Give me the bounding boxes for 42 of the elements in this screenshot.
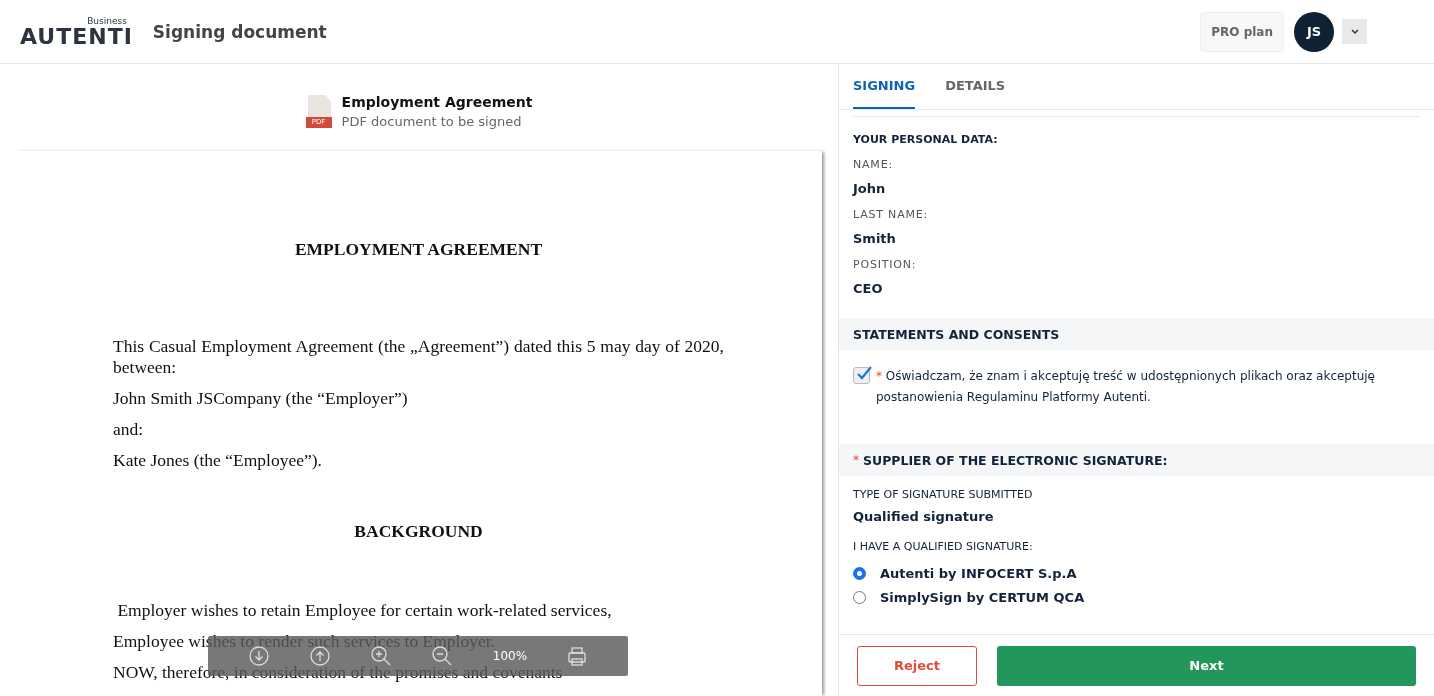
field-label: NAME:	[853, 158, 894, 171]
option-label: SimplySign by CERTUM QCA	[880, 589, 1085, 605]
field-value: Smith	[853, 231, 897, 246]
field-label: TYPE OF SIGNATURE SUBMITTED	[853, 488, 1034, 501]
option-label: Autenti by INFOCERT S.p.A	[880, 565, 1077, 581]
document-paragraph: and:	[113, 419, 145, 440]
document-paragraph: Kate Jones (the “Employee”).	[113, 450, 323, 471]
panel-tab[interactable]: SIGNING	[853, 64, 916, 109]
field-label: POSITION:	[853, 258, 918, 271]
plan-button[interactable]: PRO plan	[1200, 11, 1284, 52]
section-title: SUPPLIER OF THE ELECTRONIC SIGNATURE:	[863, 452, 1168, 468]
document-name: Employment Agreement	[341, 94, 533, 110]
zoom-in-icon[interactable]	[370, 645, 393, 667]
document-subtitle: PDF document to be signed	[341, 114, 523, 129]
panel-tab[interactable]: DETAILS	[945, 64, 1006, 109]
consent-text: * Oświadczam, że znam i akceptuję treść w udostępnionych plikach oraz akceptuję postanowienia Regulaminu Platformy Autenti.	[876, 368, 1376, 406]
section-title: STATEMENTS AND CONSENTS	[853, 326, 1060, 342]
print-icon[interactable]	[566, 645, 589, 667]
document-heading: EMPLOYMENT AGREEMENT	[293, 239, 544, 260]
field-value: Qualified signature	[853, 509, 995, 524]
section-title: YOUR PERSONAL DATA:	[853, 133, 999, 146]
radio-button[interactable]	[853, 590, 866, 604]
zoom-level: 100%	[492, 649, 528, 663]
user-avatar[interactable]: JS	[1294, 11, 1334, 52]
chevron-down-icon[interactable]	[1342, 19, 1367, 44]
download-icon[interactable]	[247, 645, 270, 667]
field-value: John	[853, 181, 887, 196]
field-label: LAST NAME:	[853, 208, 929, 221]
page-title: Signing document	[152, 21, 327, 42]
radio-button[interactable]	[853, 566, 866, 580]
document-paragraph: This Casual Employment Agreement (the „Agreement”) dated this 5 may day of 2020, between:	[113, 336, 724, 378]
upload-icon[interactable]	[308, 645, 331, 667]
field-label: I HAVE A QUALIFIED SIGNATURE:	[853, 540, 1034, 553]
field-value: CEO	[853, 281, 884, 296]
document-paragraph: Employer wishes to retain Employee for certain work-related services,	[116, 600, 613, 621]
reject-button[interactable]: Reject	[857, 645, 977, 686]
required-mark: *	[853, 453, 859, 467]
document-paragraph: John Smith JSCompany (the “Employer”)	[113, 388, 409, 409]
document-heading: BACKGROUND	[353, 521, 484, 542]
autenti-logo: Business AUTENTI	[20, 15, 133, 48]
next-button[interactable]: Next	[997, 645, 1416, 686]
consent-checkbox[interactable]	[853, 367, 870, 384]
